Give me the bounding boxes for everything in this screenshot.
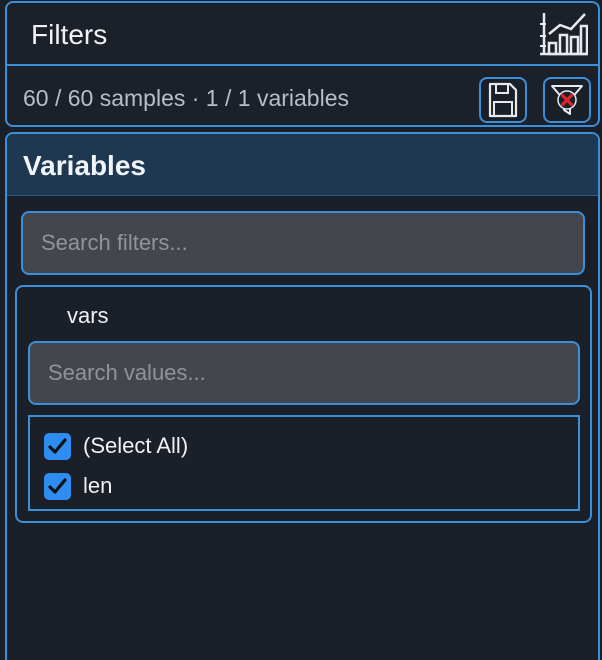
bar-chart-icon[interactable] — [540, 10, 588, 58]
save-filters-button[interactable] — [479, 77, 527, 123]
filter-clear-icon — [551, 85, 583, 115]
clear-filters-button[interactable] — [543, 77, 591, 123]
title-row: Filters — [7, 3, 598, 66]
variable-filter-card: vars (Select All) len — [15, 285, 592, 523]
select-all-option[interactable]: (Select All) — [44, 431, 188, 461]
filters-header: Filters 60 / 60 samples · 1 / 1 variable… — [5, 1, 600, 127]
sample-count-status: 60 / 60 samples · 1 / 1 variables — [23, 85, 349, 111]
checkmark-icon — [48, 477, 67, 494]
checkmark-icon — [48, 437, 67, 454]
page-title: Filters — [31, 19, 108, 50]
variable-name: vars — [67, 303, 109, 328]
search-values-input[interactable] — [28, 341, 580, 405]
variables-panel-title: Variables — [23, 150, 146, 181]
value-checklist: (Select All) len — [28, 415, 580, 511]
select-all-label: (Select All) — [83, 433, 189, 458]
variables-panel-header[interactable]: Variables — [7, 134, 598, 196]
status-row: 60 / 60 samples · 1 / 1 variables — [7, 66, 598, 127]
len-checkbox[interactable] — [44, 472, 71, 500]
len-label: len — [83, 473, 113, 498]
variables-panel: Variables vars (Select All) len — [5, 132, 600, 660]
floppy-disk-icon — [488, 82, 518, 118]
value-option-len[interactable]: len — [44, 471, 112, 501]
search-filters-input[interactable] — [21, 211, 585, 275]
select-all-checkbox[interactable] — [44, 432, 71, 460]
